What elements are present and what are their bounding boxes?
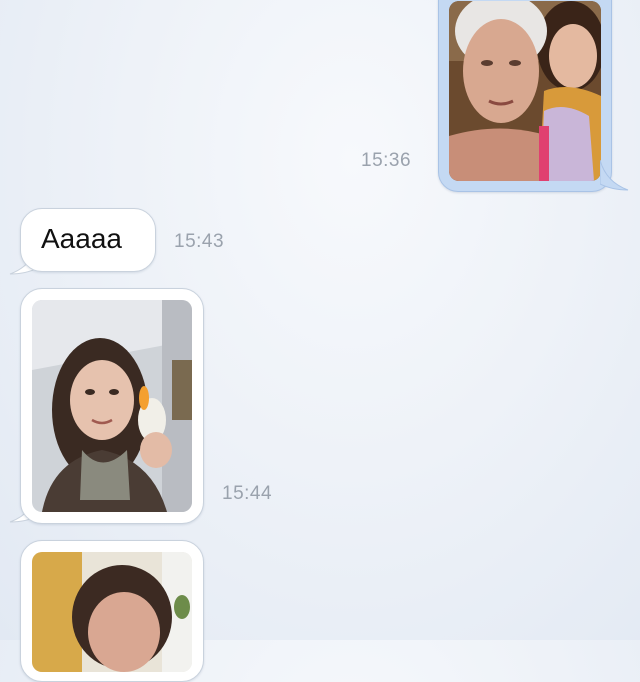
photo-grandmother-and-girl[interactable] (449, 1, 601, 181)
photo-girl-portrait[interactable] (32, 552, 192, 672)
chat-thread: 15:36 Aaaaa 15:43 15:44 (0, 0, 640, 682)
incoming-photo-bubble[interactable] (20, 540, 204, 682)
timestamp: 15:43 (174, 231, 225, 252)
incoming-photo-bubble[interactable] (20, 288, 204, 524)
incoming-text-bubble[interactable]: Aaaaa (20, 208, 156, 272)
outgoing-photo-bubble[interactable] (438, 0, 612, 192)
timestamp: 15:36 (361, 150, 412, 171)
outgoing-bubble-tail (600, 160, 629, 191)
message-text: Aaaaa (41, 223, 122, 254)
timestamp: 15:44 (222, 483, 273, 504)
photo-girl-with-toy[interactable] (32, 300, 192, 512)
